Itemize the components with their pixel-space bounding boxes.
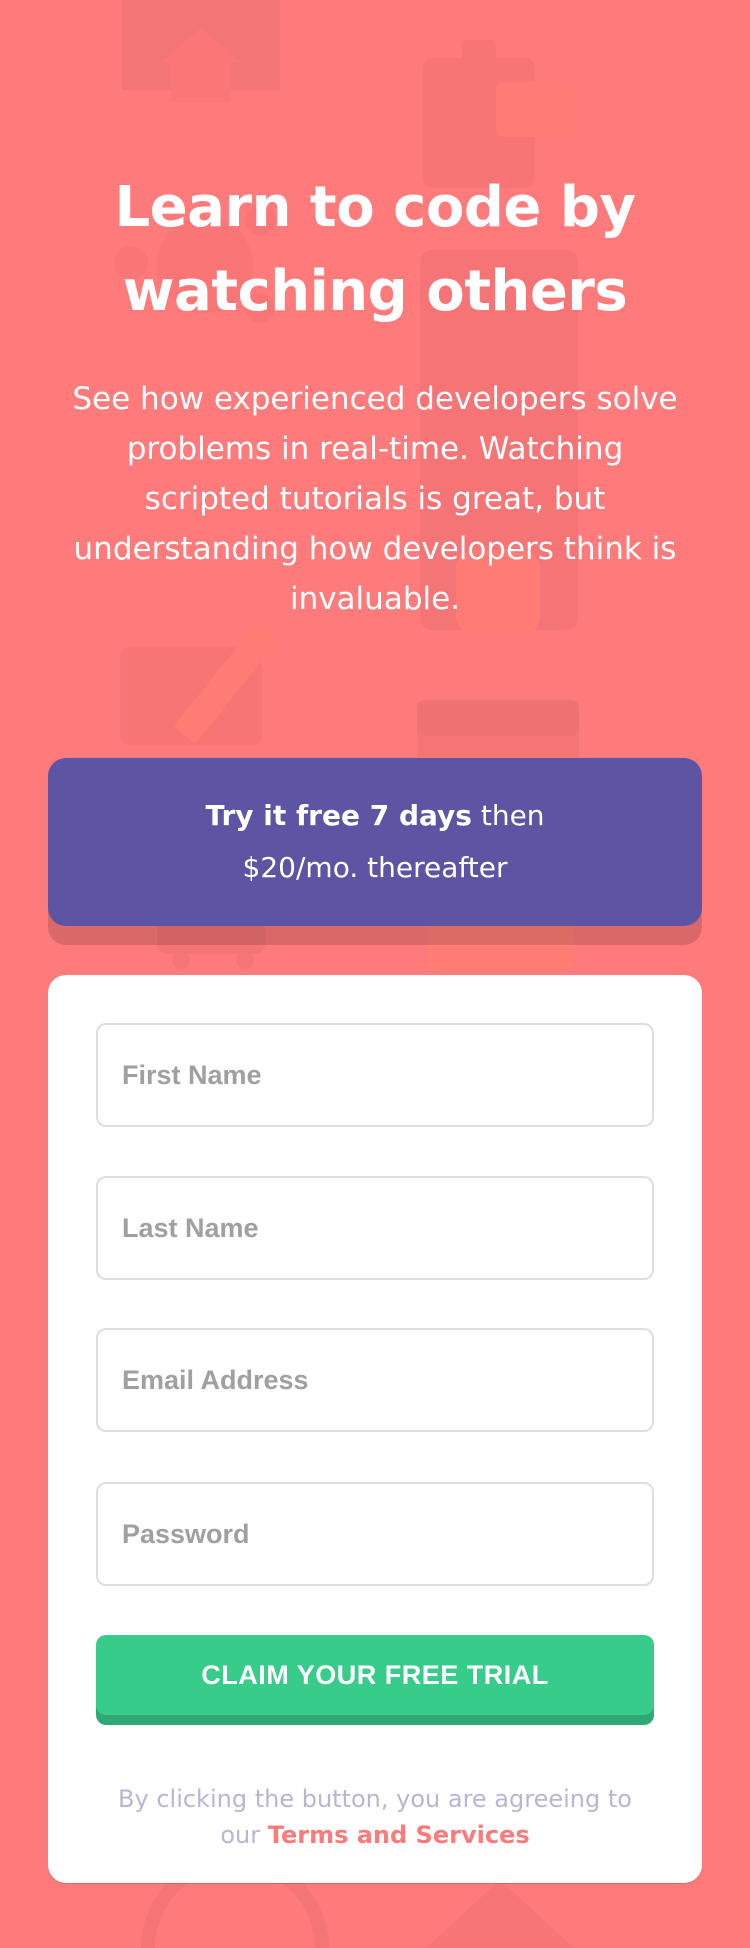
first-name-input[interactable] [96, 1023, 654, 1127]
promo-strong-text: Try it free 7 days [205, 799, 472, 832]
background-home-card [122, 0, 280, 90]
home-icon [160, 28, 242, 102]
hero-description: See how experienced developers solve pro… [72, 381, 678, 617]
house-outline-icon [426, 1880, 574, 1948]
password-input[interactable] [96, 1482, 654, 1586]
signup-form: CLAIM YOUR FREE TRIAL By clicking the bu… [48, 975, 702, 1883]
promo-suffix-text: then [480, 799, 545, 832]
email-input[interactable] [96, 1328, 654, 1432]
pencil-icon [174, 620, 280, 744]
terms-text: By clicking the button, you are agreeing… [96, 1781, 654, 1853]
last-name-input[interactable] [96, 1176, 654, 1280]
promo-line-1: Try it free 7 days then [48, 798, 702, 834]
promo-banner: Try it free 7 days then $20/mo. thereaft… [48, 758, 702, 926]
chat-icon [120, 647, 262, 745]
promo-line-2: $20/mo. thereafter [242, 851, 508, 884]
hero-title: Learn to code by watching others [114, 175, 637, 324]
claim-trial-button[interactable]: CLAIM YOUR FREE TRIAL [96, 1635, 654, 1715]
terms-link[interactable]: Terms and Services [268, 1821, 530, 1849]
hero-section: Learn to code by watching others See how… [60, 166, 690, 624]
